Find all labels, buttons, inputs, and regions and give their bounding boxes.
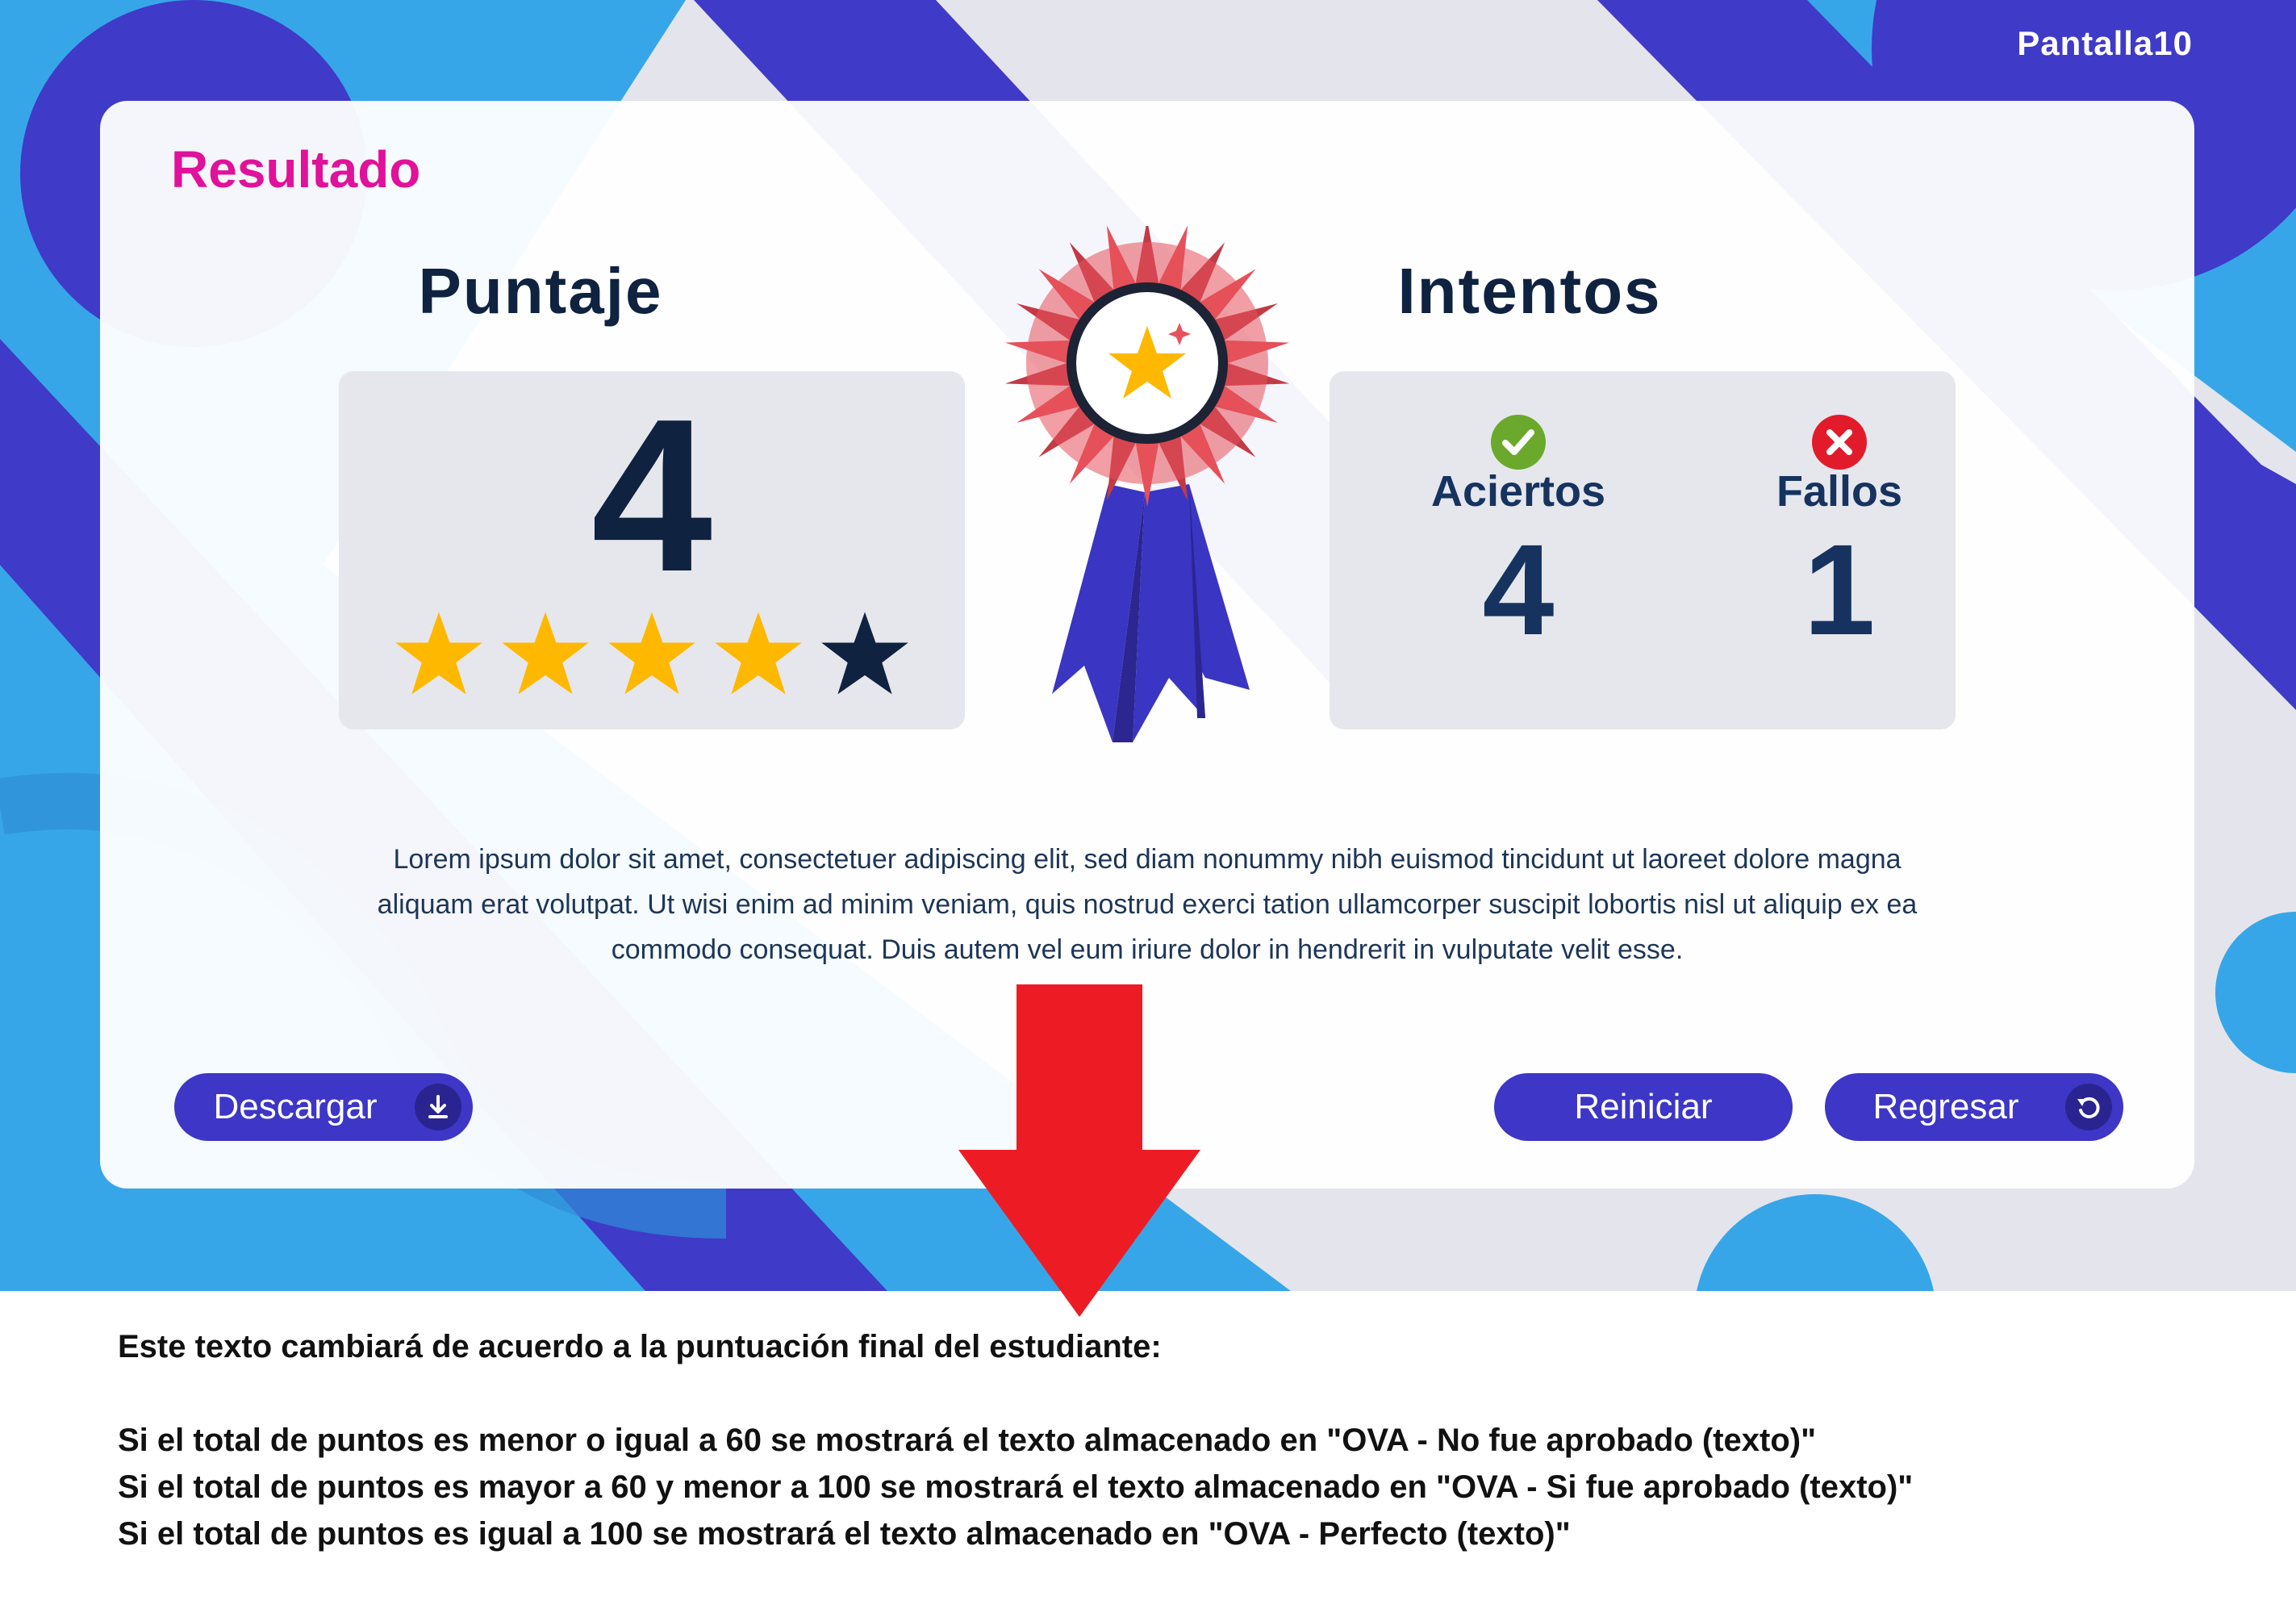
star-filled-icon (395, 612, 482, 695)
hits-column: Aciertos 4 (1397, 413, 1639, 658)
attempts-title: Intentos (1397, 255, 1662, 327)
fails-column: Fallos 1 (1718, 413, 1960, 658)
restart-button-label: Reiniciar (1574, 1087, 1713, 1126)
star-empty-icon (821, 612, 908, 695)
award-rosette-icon (1004, 226, 1290, 742)
score-value: 4 (591, 374, 713, 617)
hits-label: Aciertos (1430, 467, 1606, 516)
restart-button[interactable]: Reiniciar (1494, 1073, 1793, 1141)
hits-value: 4 (1482, 517, 1555, 662)
attempts-panel: Aciertos 4 Fallos 1 (1330, 371, 1956, 729)
score-title: Puntaje (418, 255, 663, 327)
fails-value: 1 (1803, 517, 1876, 662)
download-button[interactable]: Descargar (174, 1073, 473, 1141)
fails-label: Fallos (1776, 467, 1903, 516)
notes-rule-2: Si el total de puntos es mayor a 60 y me… (118, 1469, 1914, 1505)
star-filled-icon (715, 612, 802, 695)
download-icon (415, 1084, 461, 1130)
star-rating (394, 607, 910, 704)
result-description: Lorem ipsum dolor sit amet, consectetuer… (377, 844, 1918, 965)
notes-intro: Este texto cambiará de acuerdo a la punt… (118, 1329, 1162, 1364)
back-button-label: Regresar (1872, 1087, 2019, 1126)
download-button-label: Descargar (213, 1087, 378, 1126)
check-circle-icon (1491, 415, 1546, 470)
arrow-down-icon (958, 984, 1200, 1317)
star-filled-icon (608, 612, 695, 695)
notes-rule-1: Si el total de puntos es menor o igual a… (118, 1423, 1817, 1458)
notes-section: Este texto cambiará de acuerdo a la punt… (118, 1323, 2215, 1557)
undo-icon (2065, 1084, 2112, 1130)
notes-rule-3: Si el total de puntos es igual a 100 se … (118, 1516, 1571, 1552)
screen-label: Pantalla10 (2017, 24, 2193, 62)
score-panel: 4 (339, 371, 965, 729)
result-title: Resultado (171, 140, 421, 198)
star-filled-icon (502, 612, 589, 695)
back-button[interactable]: Regresar (1825, 1073, 2123, 1141)
x-circle-icon (1812, 415, 1867, 470)
